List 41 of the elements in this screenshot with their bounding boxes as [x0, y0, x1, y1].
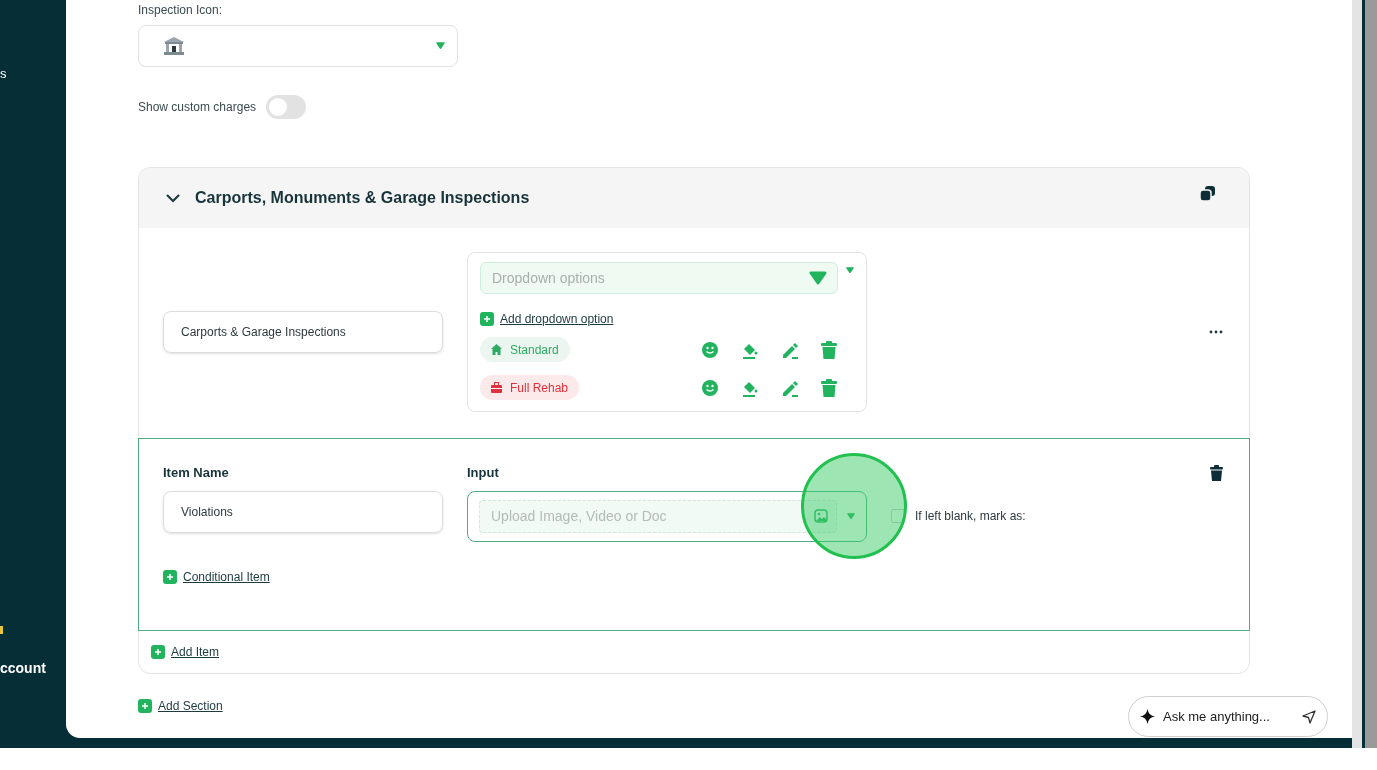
sparkle-icon [1140, 709, 1155, 724]
plus-icon [480, 312, 494, 326]
toggle-label: Show custom charges [138, 99, 257, 116]
trash-icon[interactable] [1210, 465, 1223, 481]
duplicate-icon[interactable] [1200, 185, 1215, 201]
item-name-field[interactable]: Violations [163, 490, 443, 533]
option-chip[interactable]: Full Rehab [480, 375, 580, 400]
send-icon[interactable] [1302, 709, 1316, 724]
conditional-item-link[interactable]: Conditional Item [183, 567, 270, 586]
sidebar-item[interactable]: ccount [0, 658, 46, 679]
toggle-switch[interactable] [266, 95, 307, 119]
caret-icon [809, 271, 827, 285]
add-item-link[interactable]: Add Item [171, 643, 220, 661]
section-title: Carports, Monuments & Garage Inspections [195, 188, 530, 208]
text-field[interactable]: Carports & Garage Inspections [163, 311, 443, 353]
caret-icon [436, 42, 445, 50]
scrollbar[interactable] [1352, 0, 1362, 748]
add-section-link[interactable]: Add Section [158, 697, 223, 715]
pencil-icon[interactable] [781, 378, 799, 397]
sidebar-icon [0, 626, 3, 634]
checkbox[interactable] [891, 509, 905, 523]
image-icon [814, 509, 828, 523]
smiley-icon[interactable] [701, 340, 719, 359]
assistant-field[interactable]: Ask me anything... [1128, 696, 1328, 737]
add-option-link[interactable]: Add dropdown option [500, 310, 614, 328]
sidebar-item[interactable]: s [0, 66, 7, 82]
smiley-icon[interactable] [701, 378, 719, 397]
field-label: Input [467, 464, 500, 482]
caret-icon [847, 512, 855, 520]
toolbox-icon [491, 382, 502, 393]
home-icon [491, 344, 502, 355]
bank-icon [163, 36, 185, 56]
plus-icon [163, 569, 177, 584]
more-icon[interactable] [1209, 330, 1223, 334]
caret-icon [846, 267, 854, 274]
plus-icon [151, 645, 165, 659]
pencil-icon[interactable] [781, 340, 799, 359]
plus-icon [138, 699, 152, 713]
field-label: Item Name [163, 464, 230, 482]
field-label: Inspection Icon: [138, 2, 224, 19]
checkbox-label: If left blank, mark as: [915, 508, 1026, 525]
